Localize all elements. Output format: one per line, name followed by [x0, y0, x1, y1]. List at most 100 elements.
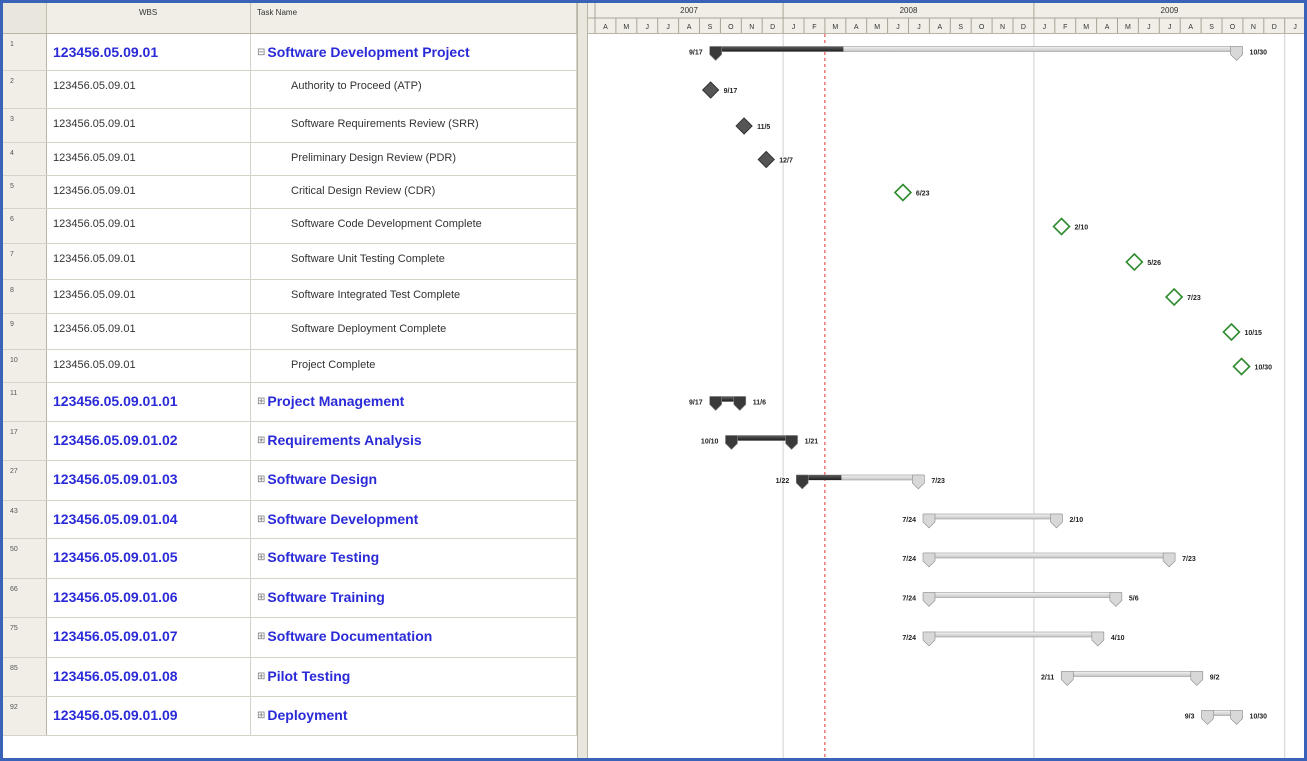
task-name-cell[interactable]: ⊞ Requirements Analysis: [251, 422, 577, 460]
table-row[interactable]: 66 123456.05.09.01.06 ⊞ Software Training: [3, 579, 585, 618]
summary-bar[interactable]: [923, 513, 1062, 520]
table-row[interactable]: 5 123456.05.09.01 Critical Design Review (…: [3, 176, 585, 209]
wbs-cell[interactable]: 123456.05.09.01.05: [47, 539, 251, 578]
row-id[interactable]: 8: [3, 280, 47, 313]
row-id[interactable]: 43: [3, 501, 47, 538]
row-id[interactable]: 27: [3, 461, 47, 500]
task-name-cell[interactable]: Project Complete: [251, 350, 577, 382]
table-row[interactable]: 43 123456.05.09.01.04 ⊞ Software Developmen…: [3, 501, 585, 539]
table-row[interactable]: 17 123456.05.09.01.02 ⊞ Requirements Analys…: [3, 422, 585, 461]
row-id[interactable]: 9: [3, 314, 47, 349]
task-name-cell[interactable]: Software Deployment Complete: [251, 314, 577, 349]
wbs-column-header[interactable]: WBS: [47, 3, 251, 33]
milestone-diamond[interactable]: [1125, 252, 1144, 272]
task-name-cell[interactable]: ⊞ Software Documentation: [251, 618, 577, 657]
wbs-cell[interactable]: 123456.05.09.01: [47, 244, 251, 279]
task-name-cell[interactable]: Critical Design Review (CDR): [251, 176, 577, 208]
table-row[interactable]: 9 123456.05.09.01 Software Deployment Comp…: [3, 314, 585, 350]
expand-icon[interactable]: ⊞: [257, 592, 265, 603]
wbs-cell[interactable]: 123456.05.09.01: [47, 280, 251, 313]
row-id[interactable]: 1: [3, 34, 47, 70]
wbs-cell[interactable]: 123456.05.09.01: [47, 143, 251, 175]
milestone-diamond[interactable]: [1052, 217, 1071, 236]
table-row[interactable]: 50 123456.05.09.01.05 ⊞ Software Testing: [3, 539, 585, 579]
task-name-cell[interactable]: ⊞ Software Design: [251, 461, 577, 500]
task-name-cell[interactable]: ⊞ Software Testing: [251, 539, 577, 578]
expand-icon[interactable]: ⊞: [257, 710, 265, 721]
table-row[interactable]: 7 123456.05.09.01 Software Unit Testing Co…: [3, 244, 585, 280]
task-name-cell[interactable]: ⊞ Pilot Testing: [251, 658, 577, 696]
task-name-cell[interactable]: Authority to Proceed (ATP): [251, 71, 577, 108]
row-id[interactable]: 75: [3, 618, 47, 657]
wbs-cell[interactable]: 123456.05.09.01.01: [47, 383, 251, 421]
task-name-column-header[interactable]: Task Name: [251, 3, 577, 33]
wbs-cell[interactable]: 123456.05.09.01: [47, 109, 251, 142]
task-name-cell[interactable]: Software Unit Testing Complete: [251, 244, 577, 279]
wbs-cell[interactable]: 123456.05.09.01: [47, 34, 251, 70]
task-name-cell[interactable]: ⊞ Project Management: [251, 383, 577, 421]
expand-icon[interactable]: ⊞: [257, 671, 265, 682]
table-row[interactable]: 10 123456.05.09.01 Project Complete: [3, 350, 585, 383]
row-id[interactable]: 50: [3, 539, 47, 578]
table-row[interactable]: 27 123456.05.09.01.03 ⊞ Software Design: [3, 461, 585, 501]
task-name-cell[interactable]: ⊞ Software Development: [251, 501, 577, 538]
table-row[interactable]: 1 123456.05.09.01 ⊟ Software Development Pr…: [3, 34, 585, 71]
wbs-cell[interactable]: 123456.05.09.01.03: [47, 461, 251, 500]
expand-icon[interactable]: ⊞: [257, 435, 265, 446]
row-id[interactable]: 4: [3, 143, 47, 175]
task-name-cell[interactable]: Software Integrated Test Complete: [251, 280, 577, 313]
wbs-cell[interactable]: 123456.05.09.01.08: [47, 658, 251, 696]
table-row[interactable]: 6 123456.05.09.01 Software Code Developmen…: [3, 209, 585, 244]
task-name-cell[interactable]: ⊞ Deployment: [251, 697, 577, 735]
milestone-diamond[interactable]: [701, 81, 720, 99]
task-name-cell[interactable]: ⊟ Software Development Project: [251, 34, 577, 70]
table-row[interactable]: 75 123456.05.09.01.07 ⊞ Software Documentat…: [3, 618, 585, 658]
milestone-diamond[interactable]: [1165, 287, 1184, 307]
milestone-diamond[interactable]: [757, 150, 775, 169]
summary-bar[interactable]: [923, 592, 1122, 598]
table-row[interactable]: 2 123456.05.09.01 Authority to Proceed (AT…: [3, 71, 585, 109]
table-row[interactable]: 3 123456.05.09.01 Software Requirements Re…: [3, 109, 585, 143]
task-name-cell[interactable]: Preliminary Design Review (PDR): [251, 143, 577, 175]
summary-bar[interactable]: [1061, 671, 1203, 677]
expand-icon[interactable]: ⊞: [257, 396, 265, 407]
wbs-cell[interactable]: 123456.05.09.01: [47, 350, 251, 382]
task-name-cell[interactable]: Software Requirements Review (SRR): [251, 109, 577, 142]
task-name-cell[interactable]: ⊞ Software Training: [251, 579, 577, 617]
expand-icon[interactable]: ⊞: [257, 514, 265, 525]
row-id[interactable]: 2: [3, 71, 47, 108]
expand-icon[interactable]: ⊞: [257, 474, 265, 485]
wbs-cell[interactable]: 123456.05.09.01.02: [47, 422, 251, 460]
milestone-diamond[interactable]: [893, 183, 913, 202]
row-id[interactable]: 3: [3, 109, 47, 142]
row-id[interactable]: 85: [3, 658, 47, 696]
select-all-corner[interactable]: [3, 3, 47, 33]
expand-icon[interactable]: ⊞: [257, 552, 265, 563]
wbs-cell[interactable]: 123456.05.09.01: [47, 314, 251, 349]
wbs-cell[interactable]: 123456.05.09.01: [47, 71, 251, 108]
row-id[interactable]: 7: [3, 244, 47, 279]
wbs-cell[interactable]: 123456.05.09.01: [47, 176, 251, 208]
milestone-diamond[interactable]: [1222, 322, 1241, 342]
collapse-icon[interactable]: ⊟: [257, 47, 265, 58]
wbs-cell[interactable]: 123456.05.09.01.09: [47, 697, 251, 735]
table-row[interactable]: 8 123456.05.09.01 Software Integrated Test…: [3, 280, 585, 314]
expand-icon[interactable]: ⊞: [257, 631, 265, 642]
wbs-cell[interactable]: 123456.05.09.01.04: [47, 501, 251, 538]
wbs-cell[interactable]: 123456.05.09.01.07: [47, 618, 251, 657]
row-id[interactable]: 11: [3, 383, 47, 421]
summary-bar[interactable]: [923, 631, 1104, 638]
table-row[interactable]: 92 123456.05.09.01.09 ⊞ Deployment: [3, 697, 585, 736]
row-id[interactable]: 17: [3, 422, 47, 460]
table-row[interactable]: 4 123456.05.09.01 Preliminary Design Revie…: [3, 143, 585, 176]
row-id[interactable]: 66: [3, 579, 47, 617]
milestone-diamond[interactable]: [735, 117, 753, 135]
wbs-cell[interactable]: 123456.05.09.01.06: [47, 579, 251, 617]
row-id[interactable]: 5: [3, 176, 47, 208]
table-row[interactable]: 85 123456.05.09.01.08 ⊞ Pilot Testing: [3, 658, 585, 697]
wbs-cell[interactable]: 123456.05.09.01: [47, 209, 251, 243]
row-id[interactable]: 6: [3, 209, 47, 243]
table-row[interactable]: 11 123456.05.09.01.01 ⊞ Project Management: [3, 383, 585, 422]
milestone-diamond[interactable]: [1232, 357, 1251, 376]
row-id[interactable]: 92: [3, 697, 47, 735]
